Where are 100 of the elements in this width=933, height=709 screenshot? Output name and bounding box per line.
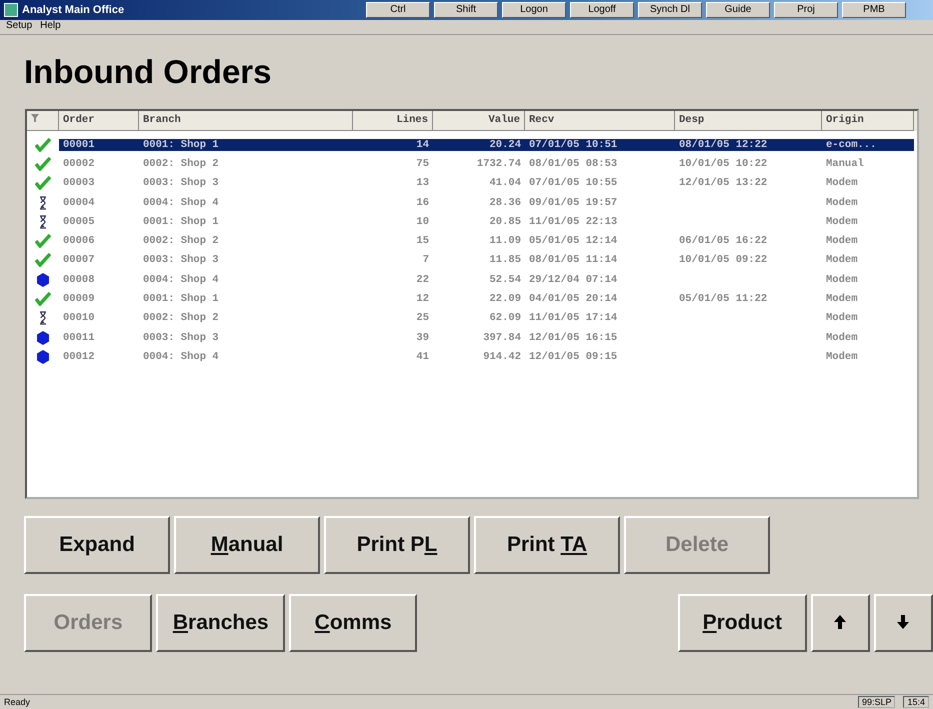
hourglass-icon [39, 196, 47, 210]
table-row[interactable]: 00008 0004: Shop 4 22 52.54 29/12/04 07:14 Modem [27, 270, 917, 290]
table-row[interactable]: 00007 0003: Shop 3 7 11.85 08/01/05 11:14 10/01/05 09:22 Modem [27, 250, 917, 270]
table-cell-text: 00007 [62, 254, 96, 266]
column-header[interactable]: Branch [139, 111, 353, 131]
table-cell-text: 00005 [62, 216, 96, 228]
table-cell-text: 00008 [62, 274, 96, 286]
table-row[interactable]: 00002 0002: Shop 2 75 1732.74 08/01/05 08:53 10/01/05 10:22 Manual [27, 154, 917, 174]
status-panel: 15:4 [903, 696, 929, 708]
column-header[interactable]: Order [59, 111, 139, 131]
menu-item[interactable]: Setup [6, 20, 32, 34]
table-row[interactable]: 00005 0001: Shop 1 10 20.85 11/01/05 22:13 Modem [27, 212, 917, 232]
down-button[interactable] [874, 594, 933, 652]
table-cell-text: 15 [415, 235, 430, 248]
table-cell-text: 22.09 [488, 293, 522, 306]
table-row[interactable]: 00004 0004: Shop 4 16 28.36 09/01/05 19:57 Modem [27, 192, 917, 212]
table-cell-text: 0004: Shop 4 [142, 274, 220, 286]
table-cell: 00001 [59, 138, 139, 151]
table-row[interactable]: 00010 0002: Shop 2 25 62.09 11/01/05 17:14 Modem [27, 308, 917, 328]
action-button[interactable]: Expand [24, 516, 170, 574]
toolbar-button[interactable]: Logon [502, 2, 566, 18]
table-cell-text: 00012 [62, 350, 96, 363]
action-button[interactable]: Comms [288, 594, 418, 652]
table-cell-text: 0001: Shop 1 [142, 293, 220, 306]
table-cell-text: 0004: Shop 4 [142, 350, 220, 363]
table-cell-text: 10/01/05 10:22 [678, 158, 768, 170]
action-button[interactable]: Print PL [324, 516, 470, 574]
toolbar-button[interactable]: Logoff [570, 2, 634, 18]
toolbar-button[interactable]: PMB [842, 2, 906, 18]
table-cell-text: Modem [825, 332, 859, 344]
table-cell-text: 41 [415, 350, 430, 363]
column-header[interactable]: Lines [353, 111, 433, 131]
table-row[interactable]: 00001 0001: Shop 1 14 20.24 07/01/05 10:51 08/01/05 12:22 e-com... [27, 135, 917, 154]
page-heading: Inbound Orders [24, 53, 272, 92]
down-arrow-icon [897, 615, 910, 629]
table-cell-text: 75 [415, 158, 430, 170]
table-cell-text: 39 [415, 332, 430, 344]
table-cell-text: Manual [825, 158, 865, 170]
column-header[interactable]: Value [433, 111, 525, 131]
table-cell-text: 41.04 [488, 177, 522, 190]
table-row[interactable]: 00006 0002: Shop 2 15 11.09 05/01/05 12:14 06/01/05 16:22 Modem [27, 231, 917, 251]
table-cell-text: 0004: Shop 4 [142, 196, 220, 209]
table-cell-text: 11/01/05 22:13 [528, 216, 618, 228]
table-row[interactable]: 00012 0004: Shop 4 41 914.42 12/01/05 09:15 Modem [27, 347, 917, 367]
filter-icon [31, 114, 39, 122]
table-cell-text: Modem [825, 196, 859, 209]
table-cell: 20.24 [433, 138, 525, 151]
table-cell-text: 06/01/05 16:22 [678, 235, 768, 248]
checkmark-icon [35, 156, 51, 171]
table-cell-text: Modem [825, 312, 859, 324]
table-cell-text: 0003: Shop 3 [142, 177, 220, 190]
column-header[interactable]: Origin [822, 111, 914, 131]
table-row[interactable]: 00009 0001: Shop 1 12 22.09 04/01/05 20:14 05/01/05 11:22 Modem [27, 289, 917, 309]
table-cell-text: 29/12/04 07:14 [528, 274, 618, 286]
table-row[interactable]: 00011 0003: Shop 3 39 397.84 12/01/05 16:15 Modem [27, 328, 917, 348]
menu-item[interactable]: Help [40, 20, 61, 34]
table-cell-text: 914.42 [482, 350, 522, 363]
action-button[interactable]: Print TA [474, 516, 620, 574]
table-row[interactable]: 00003 0003: Shop 3 13 41.04 07/01/05 10:55 12/01/05 13:22 Modem [27, 174, 917, 193]
table-cell-text: 7 [422, 254, 430, 266]
up-button[interactable] [810, 594, 870, 652]
table-cell-text: 0002: Shop 2 [142, 312, 220, 324]
filter-header[interactable] [27, 111, 59, 131]
table-cell-text: 1732.74 [476, 158, 522, 170]
table-cell-text: 00003 [62, 177, 96, 190]
table-cell-text: 05/01/05 12:14 [528, 235, 618, 248]
table-cell-text: 52.54 [488, 274, 522, 286]
table-cell-text: Modem [825, 254, 859, 266]
table-cell-text: 00011 [62, 332, 96, 344]
action-button[interactable]: Branches [156, 594, 285, 652]
app-icon [4, 3, 18, 17]
checkmark-icon [35, 234, 51, 248]
toolbar-button[interactable]: Synch Dl [638, 2, 702, 18]
column-header[interactable]: Recv [525, 111, 675, 131]
action-button[interactable]: Manual [174, 516, 320, 574]
table-cell-text: Modem [825, 177, 859, 190]
checkmark-icon [35, 292, 51, 306]
table-cell-text: 397.84 [482, 332, 522, 344]
table-cell-text: 00004 [62, 196, 96, 209]
toolbar-button[interactable]: Guide [706, 2, 770, 18]
hexagon-icon [37, 330, 49, 345]
hourglass-icon [39, 311, 47, 326]
checkmark-icon [35, 253, 51, 268]
table-cell-text: Modem [825, 216, 859, 228]
table-cell-text: 08/01/05 08:53 [528, 158, 618, 170]
table-cell: 07/01/05 10:51 [525, 138, 675, 151]
toolbar-button[interactable]: Proj [774, 2, 838, 18]
table-cell-text: 20.85 [488, 216, 522, 228]
toolbar-button[interactable]: Shift [434, 2, 498, 18]
table-cell-text: 0003: Shop 3 [142, 332, 220, 344]
column-header[interactable]: Desp [675, 111, 822, 131]
table-cell-text: 22 [415, 274, 430, 286]
action-button[interactable]: Product [678, 594, 806, 652]
status-panel: 99:SLP [858, 696, 896, 708]
table-cell: 0001: Shop 1 [139, 138, 353, 151]
table-cell-text: 12/01/05 13:22 [678, 177, 768, 190]
table-cell-text: 0002: Shop 2 [142, 158, 220, 170]
toolbar-button[interactable]: Ctrl [366, 2, 430, 18]
table-cell-text: 0002: Shop 2 [142, 235, 220, 248]
table-cell-text: 09/01/05 19:57 [528, 196, 618, 209]
